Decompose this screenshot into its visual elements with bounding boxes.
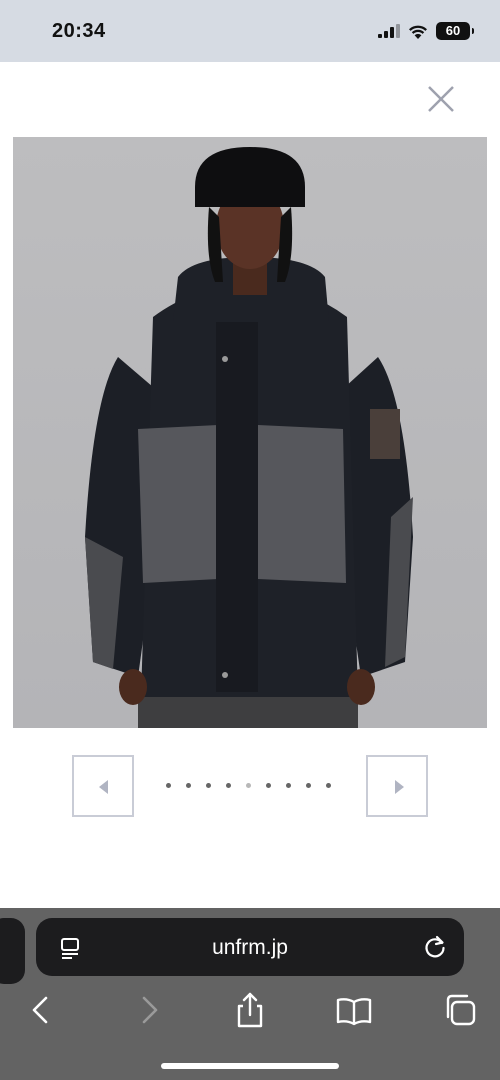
carousel-dot[interactable] [166,783,171,788]
carousel-dot[interactable] [226,783,231,788]
url-text[interactable]: unfrm.jp [36,936,464,960]
carousel-dot-active[interactable] [246,783,251,788]
status-bar: 20:34 60 [0,0,500,62]
carousel-dot[interactable] [186,783,191,788]
wifi-icon [409,25,427,39]
forward-icon[interactable] [128,990,168,1030]
carousel-dot[interactable] [266,783,271,788]
status-time: 20:34 [52,20,106,42]
carousel-dot[interactable] [306,783,311,788]
carousel-dot[interactable] [326,783,331,788]
previous-tab-preview[interactable] [0,918,25,984]
tabs-icon[interactable] [440,990,480,1030]
close-button[interactable] [424,82,458,116]
carousel-next-button[interactable] [366,755,428,817]
carousel-dots [166,783,331,788]
carousel-dot[interactable] [206,783,211,788]
battery-icon: 60 [436,22,474,40]
product-photo [13,137,487,728]
triangle-right-icon [395,780,404,794]
browser-chrome: unfrm.jp [0,908,500,1080]
carousel-dot[interactable] [286,783,291,788]
battery-level: 60 [445,23,461,38]
browser-toolbar [0,990,500,1040]
share-icon[interactable] [230,990,270,1030]
bookmarks-icon[interactable] [334,990,374,1030]
back-icon[interactable] [22,990,62,1030]
reload-icon[interactable] [422,934,448,960]
status-icons: 60 [378,22,474,40]
close-icon [428,86,454,112]
address-bar[interactable]: unfrm.jp [36,918,464,976]
carousel-prev-button[interactable] [72,755,134,817]
home-indicator[interactable] [161,1063,339,1069]
triangle-left-icon [99,780,108,794]
cellular-signal-icon [378,24,400,38]
jacket-photo-illustration [85,147,413,728]
